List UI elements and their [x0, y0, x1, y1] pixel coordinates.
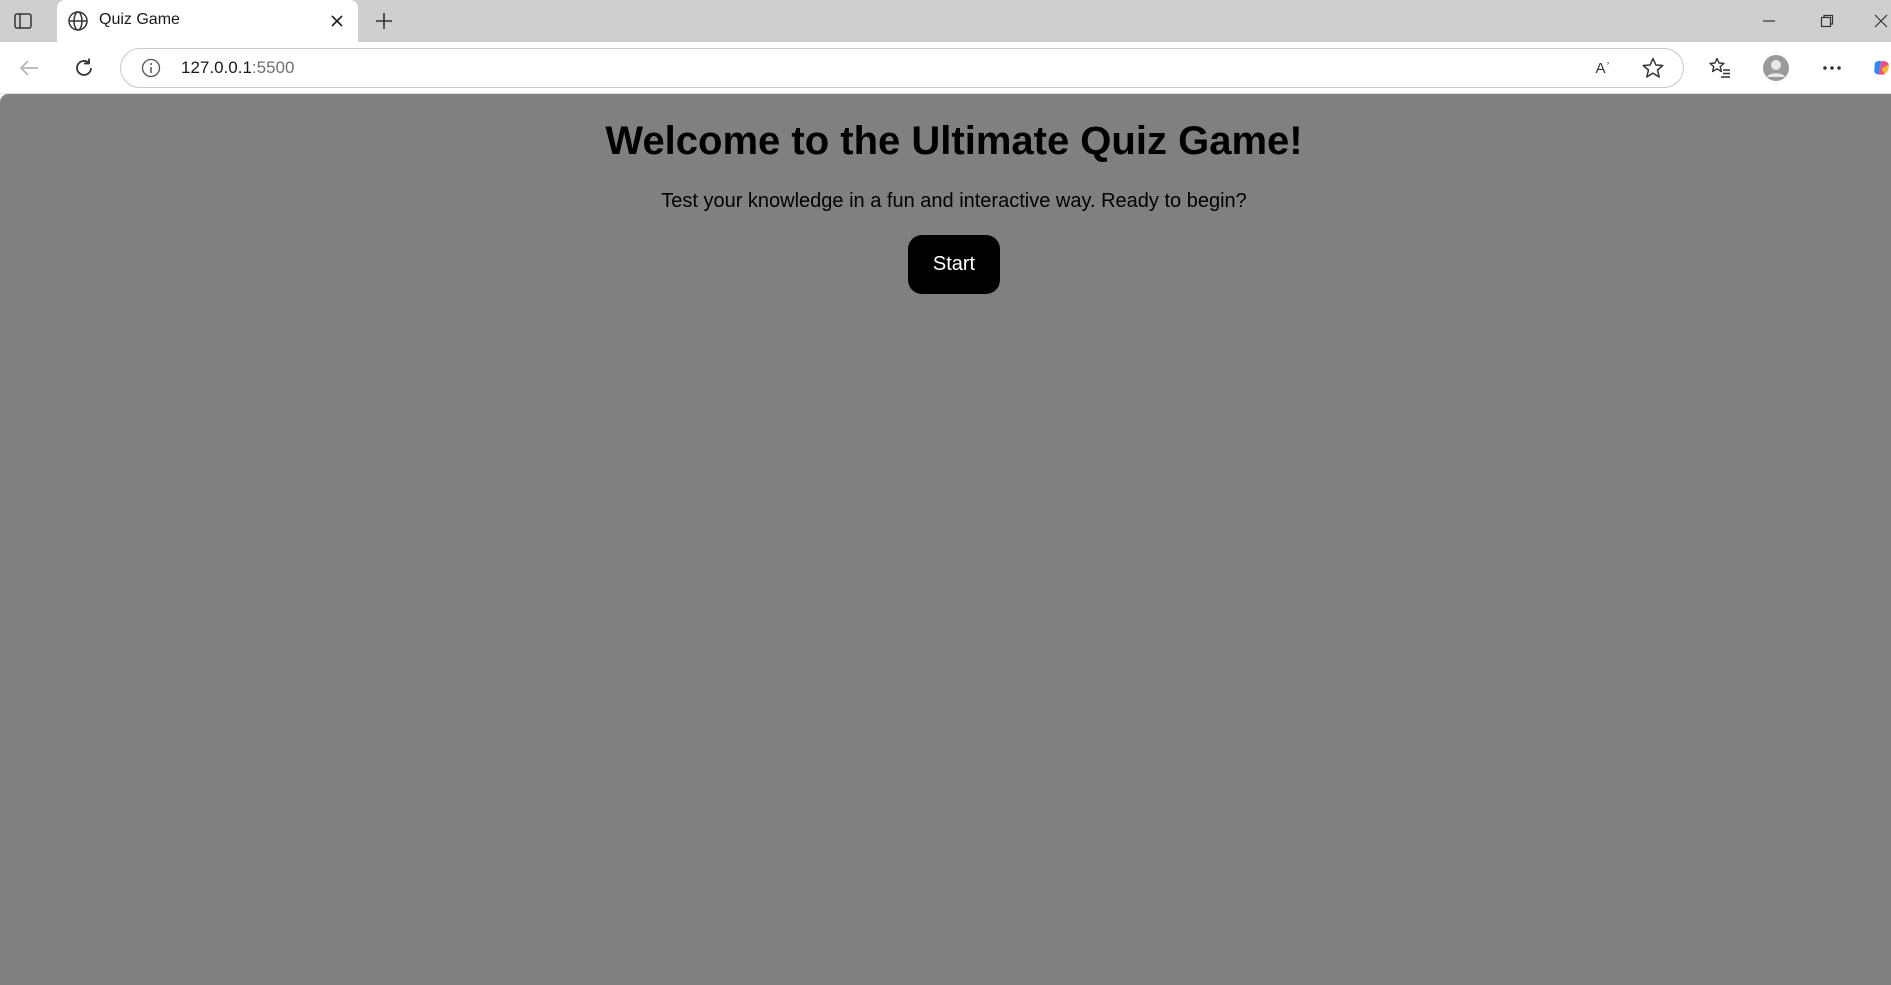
- url-host: 127.0.0.1: [181, 58, 252, 77]
- refresh-icon[interactable]: [70, 54, 98, 82]
- more-options-icon[interactable]: [1818, 54, 1846, 82]
- close-tab-icon[interactable]: [327, 11, 347, 31]
- page-viewport: Welcome to the Ultimate Quiz Game! Test …: [0, 94, 1891, 985]
- browser-toolbar: 127.0.0.1:5500 Aʾ: [0, 42, 1891, 94]
- minimize-icon[interactable]: [1756, 8, 1782, 34]
- restore-icon[interactable]: [1814, 8, 1840, 34]
- site-info-icon[interactable]: [141, 58, 161, 78]
- browser-tab-bar: Quiz Game: [0, 0, 1891, 42]
- back-arrow-icon[interactable]: [15, 54, 43, 82]
- favorites-list-icon[interactable]: [1706, 54, 1734, 82]
- page-subtitle: Test your knowledge in a fun and interac…: [661, 190, 1247, 212]
- globe-icon: [67, 10, 89, 32]
- read-aloud-icon[interactable]: Aʾ: [1591, 57, 1615, 79]
- browser-tab[interactable]: Quiz Game: [57, 0, 358, 42]
- address-bar[interactable]: 127.0.0.1:5500 Aʾ: [120, 48, 1684, 88]
- close-window-icon[interactable]: [1868, 8, 1891, 34]
- url-text[interactable]: 127.0.0.1:5500: [181, 58, 294, 78]
- favorite-star-icon[interactable]: [1641, 57, 1665, 79]
- start-button[interactable]: Start: [908, 235, 1000, 294]
- tab-title: Quiz Game: [99, 11, 180, 28]
- new-tab-icon[interactable]: [372, 9, 396, 33]
- profile-avatar-icon[interactable]: [1762, 54, 1790, 82]
- url-port: :5500: [251, 58, 295, 77]
- copilot-icon[interactable]: [1872, 54, 1891, 82]
- tab-actions-icon[interactable]: [10, 8, 36, 34]
- page-title: Welcome to the Ultimate Quiz Game!: [605, 119, 1303, 163]
